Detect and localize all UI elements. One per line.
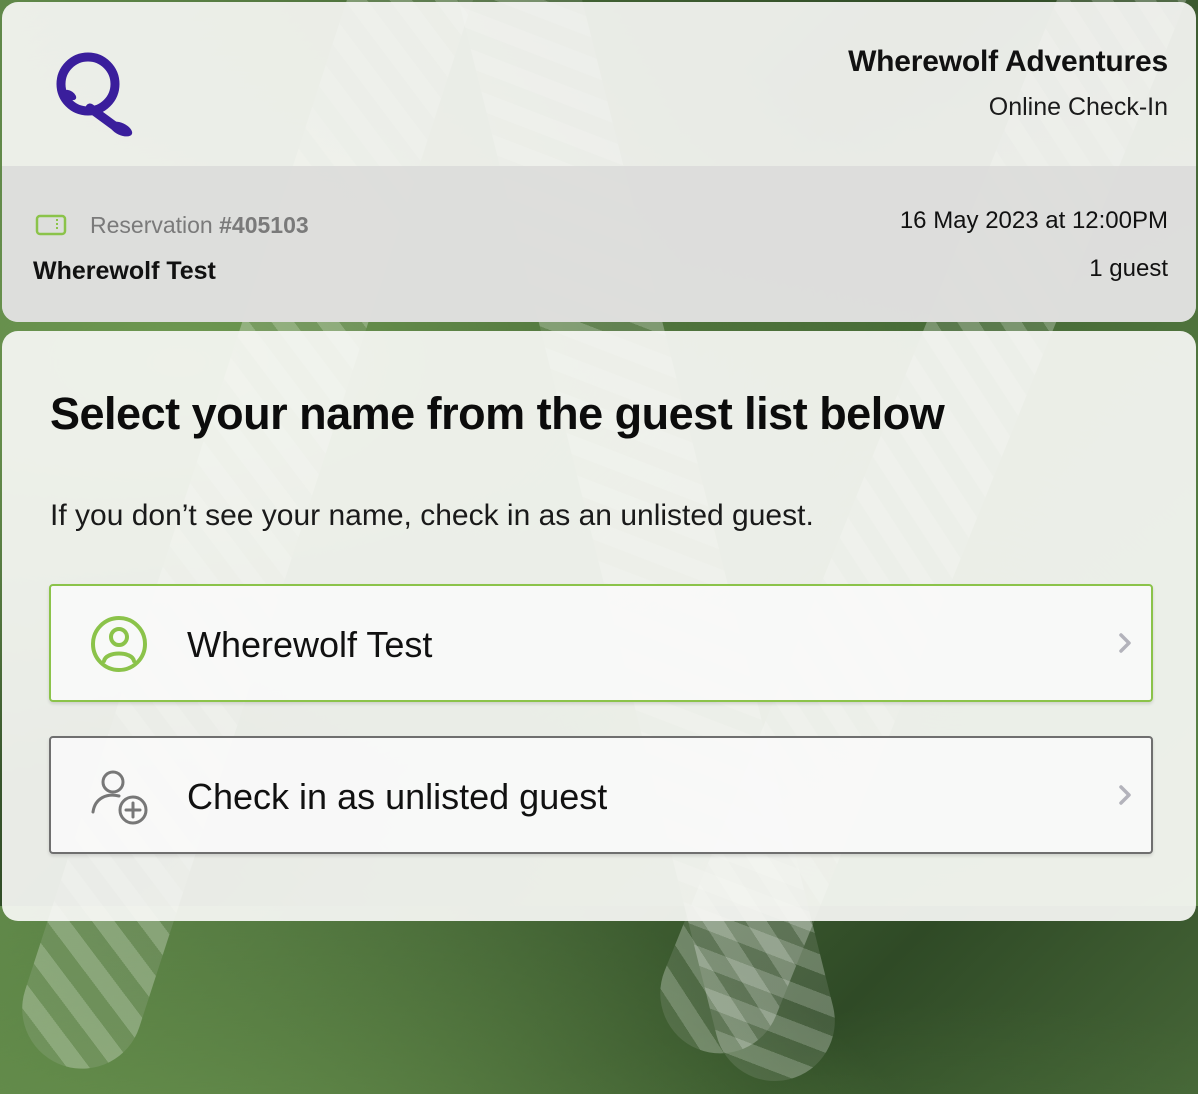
ticket-icon (35, 214, 67, 236)
guest-option-wherewolf-test[interactable]: Wherewolf Test (49, 584, 1153, 702)
reservation-guest-count: 1 guest (1089, 255, 1168, 282)
reservation-number: #405103 (219, 212, 309, 238)
chevron-right-icon (1119, 785, 1131, 805)
guest-option-label: Wherewolf Test (187, 624, 433, 665)
reservation-label: Reservation #405103 (90, 210, 309, 240)
chevron-right-icon (1119, 633, 1131, 653)
reservation-card: Wherewolf Adventures Online Check-In Res… (2, 2, 1196, 322)
page-subtitle: Online Check-In (988, 93, 1168, 121)
unlisted-guest-label: Check in as unlisted guest (187, 776, 608, 817)
company-name: Wherewolf Adventures (848, 45, 1168, 78)
reservation-label-text: Reservation (90, 212, 213, 238)
company-block: Wherewolf Adventures Online Check-In (848, 44, 1168, 122)
user-circle-icon (91, 616, 147, 672)
unlisted-guest-option[interactable]: Check in as unlisted guest (49, 736, 1153, 854)
reservation-summary: Reservation #405103 Wherewolf Test 16 Ma… (2, 166, 1196, 322)
reservation-guest-name: Wherewolf Test (33, 257, 216, 285)
header: Wherewolf Adventures Online Check-In (2, 2, 1196, 166)
company-logo (56, 52, 133, 137)
page-title: Select your name from the guest list bel… (50, 388, 945, 439)
guest-selection-card: Select your name from the guest list bel… (2, 331, 1196, 921)
user-add-icon (91, 770, 148, 825)
reservation-datetime: 16 May 2023 at 12:00PM (899, 207, 1168, 234)
instruction-text: If you don’t see your name, check in as … (50, 499, 814, 532)
